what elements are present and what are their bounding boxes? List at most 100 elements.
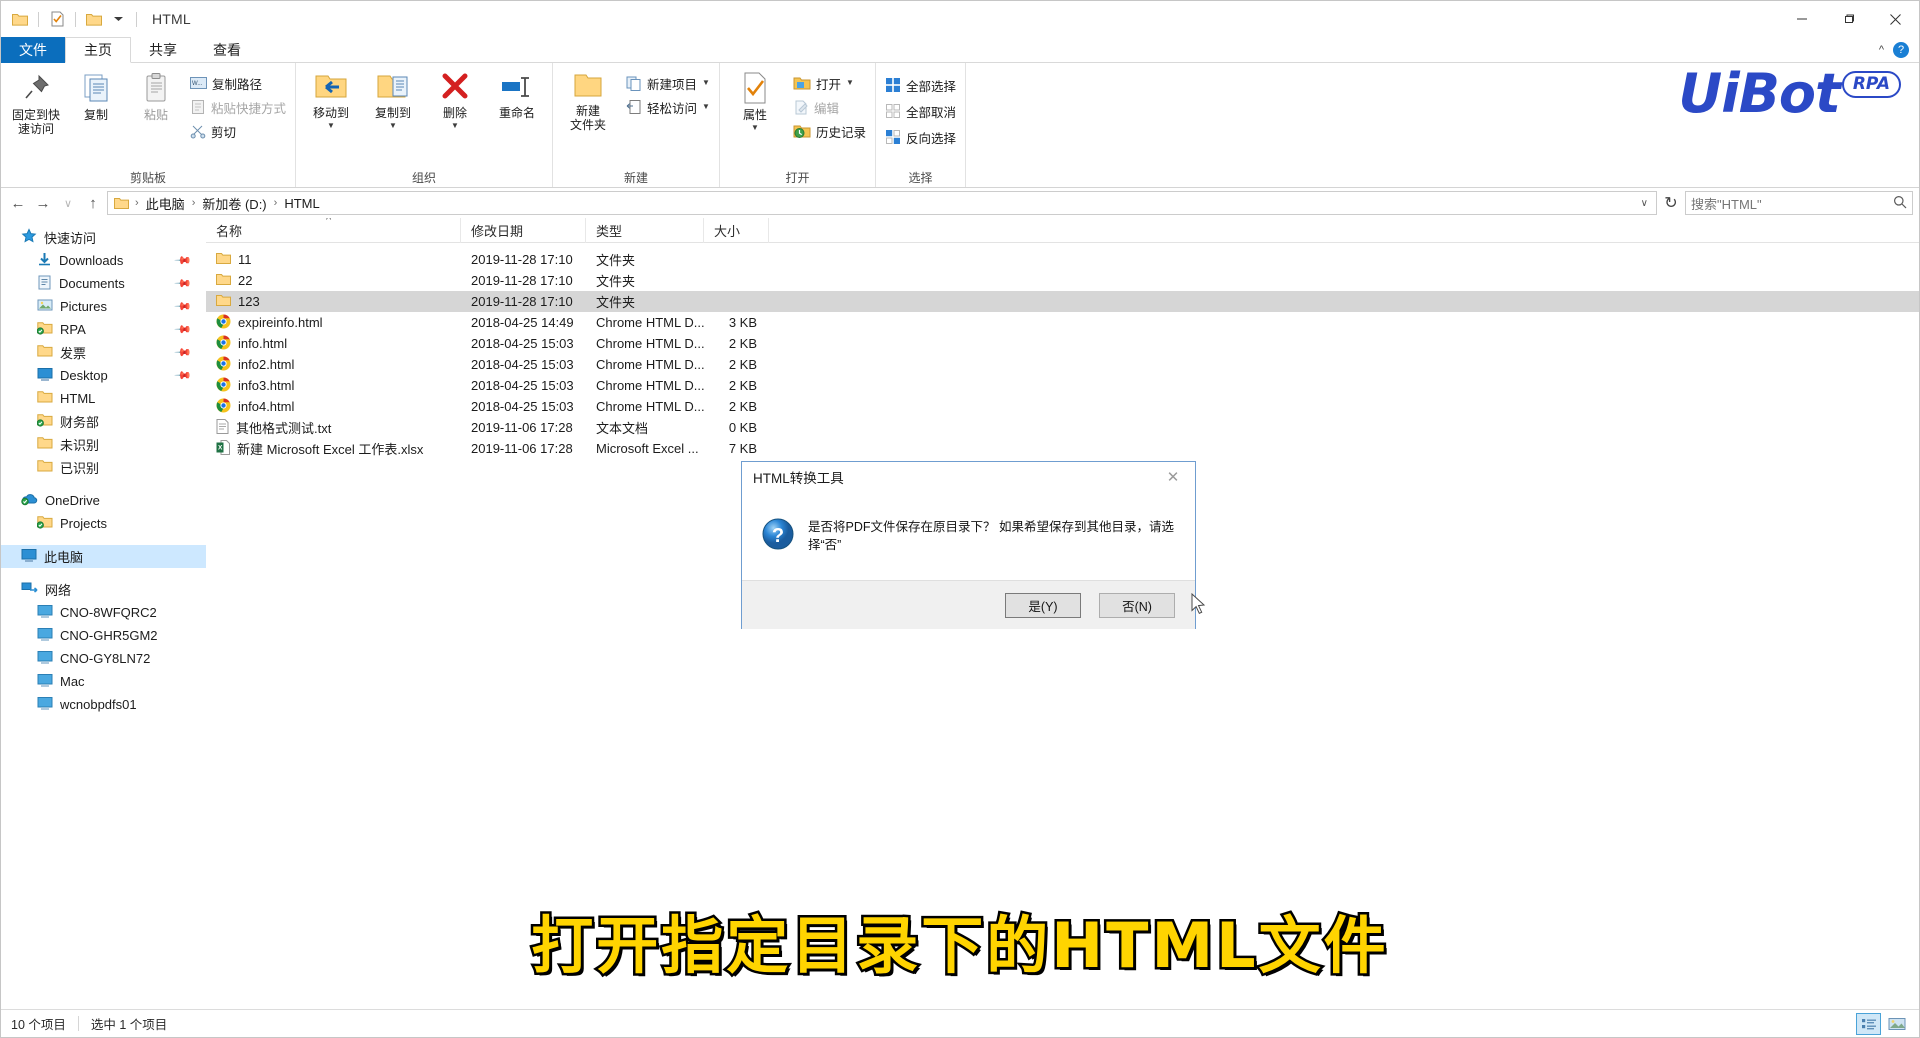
move-to-button[interactable]: 移动到 ▼ [302,67,360,130]
sidebar-item-cno-ghr5gm2[interactable]: CNO-GHR5GM2 [1,624,206,647]
sidebar-item-network[interactable]: 网络 [1,578,206,601]
dialog-title-bar: HTML转换工具 ✕ [742,462,1195,492]
tab-file[interactable]: 文件 [1,37,65,63]
copy-to-button[interactable]: 复制到 ▼ [364,67,422,130]
sidebar-item-documents[interactable]: Documents 📌 [1,272,206,295]
chevron-down-icon[interactable]: ▼ [846,79,854,87]
pin-icon[interactable]: 📌 [174,251,193,270]
copy-button[interactable]: 复制 [67,67,125,122]
new-folder-icon[interactable] [83,8,105,30]
new-item-button[interactable]: 新建项目 ▼ [623,73,713,93]
pin-icon[interactable]: 📌 [174,274,193,293]
breadcrumb-item-this-pc[interactable]: 此电脑 [142,193,189,214]
delete-button[interactable]: 删除 ▼ [426,67,484,130]
table-row[interactable]: info2.html 2018-04-25 15:03 Chrome HTML … [206,354,1919,375]
maximize-button[interactable] [1825,1,1872,37]
search-input[interactable]: 搜索"HTML" [1685,191,1913,215]
back-button[interactable]: ← [7,192,29,214]
breadcrumb-item-drive-d[interactable]: 新加卷 (D:) [198,193,270,214]
sidebar-item-desktop[interactable]: Desktop 📌 [1,364,206,387]
table-row[interactable]: X 新建 Microsoft Excel 工作表.xlsx 2019-11-06… [206,438,1919,459]
new-folder-button[interactable]: 新建 文件夹 [559,67,617,132]
customize-chevron-icon[interactable] [107,8,129,30]
sidebar-item-this-pc[interactable]: 此电脑 [1,545,206,568]
tab-share[interactable]: 共享 [131,37,195,63]
chevron-down-icon[interactable]: ▼ [702,103,710,111]
column-header-type[interactable]: 类型 [586,218,704,243]
sidebar-item-onedrive[interactable]: OneDrive [1,489,206,512]
up-button[interactable]: ↑ [82,192,104,214]
sidebar-item-recognized[interactable]: 已识别 [1,456,206,479]
column-header-size[interactable]: 大小 [704,218,769,243]
sidebar-item-pictures[interactable]: Pictures 📌 [1,295,206,318]
help-icon[interactable]: ? [1893,42,1909,58]
select-none-button[interactable]: 全部取消 [882,101,959,121]
pin-icon[interactable]: 📌 [174,366,193,385]
sidebar-item-unrecognized[interactable]: 未识别 [1,433,206,456]
cut-button[interactable]: 剪切 [187,121,289,141]
pin-to-quick-access-button[interactable]: 固定到快 速访问 [7,67,65,136]
sidebar-item-projects[interactable]: Projects [1,512,206,535]
sidebar-item-cno-gy8ln72[interactable]: CNO-GY8LN72 [1,647,206,670]
breadcrumb[interactable]: › 此电脑 › 新加卷 (D:) › HTML ∨ [107,191,1657,215]
sidebar-item-wcnobpdfs01[interactable]: wcnobpdfs01 [1,693,206,716]
recent-locations-button[interactable]: ∨ [57,192,79,214]
column-header-type-label: 类型 [596,223,623,239]
table-row[interactable]: 其他格式测试.txt 2019-11-06 17:28 文本文档 0 KB [206,417,1919,438]
table-row[interactable]: 11 2019-11-28 17:10 文件夹 [206,249,1919,270]
rename-button[interactable]: 重命名 [488,67,546,120]
open-button[interactable]: 打开 ▼ [790,73,869,93]
chevron-down-icon[interactable]: ▼ [389,121,397,130]
select-all-button[interactable]: 全部选择 [882,75,959,95]
details-view-button[interactable] [1856,1012,1881,1035]
sidebar-item-rpa[interactable]: RPA 📌 [1,318,206,341]
close-button[interactable] [1872,1,1919,37]
easy-access-button[interactable]: 轻松访问 ▼ [623,97,713,117]
sidebar-item-invoices[interactable]: 发票 📌 [1,341,206,364]
sidebar-item-mac[interactable]: Mac [1,670,206,693]
chevron-down-icon[interactable]: ▼ [751,123,759,132]
table-row[interactable]: info3.html 2018-04-25 15:03 Chrome HTML … [206,375,1919,396]
invert-selection-button[interactable]: 反向选择 [882,127,959,147]
properties-button[interactable]: 属性 ▼ [726,67,784,132]
table-row[interactable]: info.html 2018-04-25 15:03 Chrome HTML D… [206,333,1919,354]
refresh-button[interactable]: ↻ [1660,191,1682,215]
sidebar-item-finance[interactable]: 财务部 [1,410,206,433]
table-row[interactable]: info4.html 2018-04-25 15:03 Chrome HTML … [206,396,1919,417]
history-button[interactable]: 历史记录 [790,121,869,141]
dialog-yes-button[interactable]: 是(Y) [1005,592,1081,618]
table-row[interactable]: 22 2019-11-28 17:10 文件夹 [206,270,1919,291]
folder-icon[interactable] [9,8,31,30]
minimize-button[interactable] [1778,1,1825,37]
sidebar-item-quick-access[interactable]: 快速访问 [1,226,206,249]
dialog-no-button[interactable]: 否(N) [1099,592,1175,618]
search-icon[interactable] [1893,195,1907,212]
sidebar-item-cno-8wfqrc2[interactable]: CNO-8WFQRC2 [1,601,206,624]
tab-home[interactable]: 主页 [65,37,131,63]
table-row[interactable]: expireinfo.html 2018-04-25 14:49 Chrome … [206,312,1919,333]
table-row[interactable]: 123 2019-11-28 17:10 文件夹 [206,291,1919,312]
chevron-down-icon[interactable]: ▼ [702,79,710,87]
column-header-date[interactable]: 修改日期 [461,218,586,243]
forward-button[interactable]: → [32,192,54,214]
copy-path-button[interactable]: W... 复制路径 [187,73,289,93]
sidebar-item-html[interactable]: HTML [1,387,206,410]
dialog-close-button[interactable]: ✕ [1151,463,1195,492]
column-header-name[interactable]: 名称 ^ [206,218,461,243]
large-icons-view-button[interactable] [1884,1013,1909,1035]
properties-icon[interactable] [46,8,68,30]
breadcrumb-dropdown-icon[interactable]: ∨ [1641,198,1652,209]
chevron-down-icon[interactable]: ▼ [327,121,335,130]
paste-shortcut-button[interactable]: 粘贴快捷方式 [187,97,289,117]
sidebar-item-downloads[interactable]: Downloads 📌 [1,249,206,272]
breadcrumb-item-html[interactable]: HTML [280,195,323,212]
pin-icon[interactable]: 📌 [174,297,193,316]
pin-icon[interactable]: 📌 [174,343,193,362]
file-type: Chrome HTML D... [596,357,704,372]
pin-icon[interactable]: 📌 [174,320,193,339]
paste-button[interactable]: 粘贴 [127,67,185,122]
chevron-down-icon[interactable]: ▼ [451,121,459,130]
edit-button[interactable]: 编辑 [790,97,869,117]
tab-view[interactable]: 查看 [195,37,259,63]
collapse-ribbon-icon[interactable]: ^ [1879,44,1884,56]
